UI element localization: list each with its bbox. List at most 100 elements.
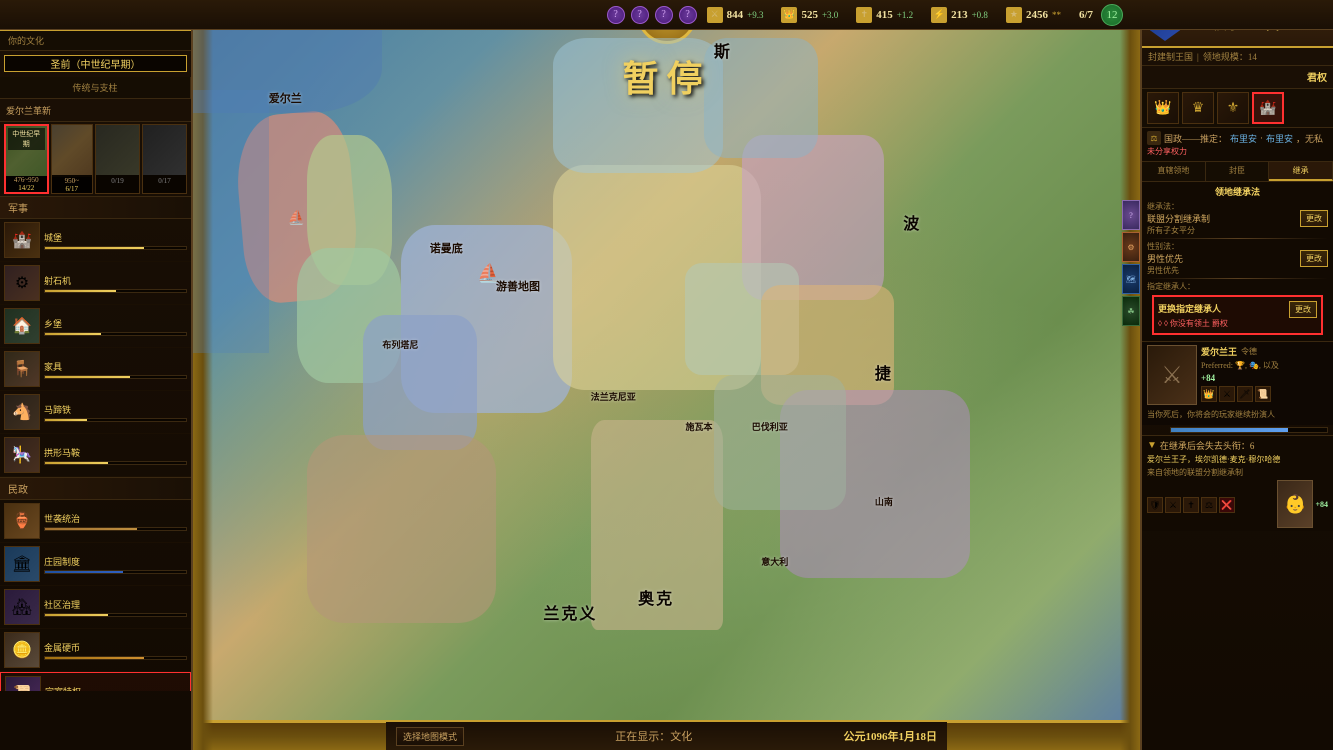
- tech-commune[interactable]: 🏘 社区治理: [0, 586, 191, 629]
- tech-coin[interactable]: 🪙 金属硬币: [0, 629, 191, 672]
- tech-hereditary[interactable]: 🏺 世袭统治: [0, 500, 191, 543]
- fort-bar-fill: [45, 333, 101, 335]
- era-card-1[interactable]: 中世纪早期 476~950 14/22: [4, 124, 49, 194]
- edge-btn-2[interactable]: ⚙: [1122, 232, 1140, 262]
- castle-bar: [44, 246, 187, 250]
- topbar: ? ? ? ? ⚔ 844 +9.3 👑 525 +3.0 ✝ 415 +1.2…: [0, 0, 1333, 30]
- help-btn-1[interactable]: ?: [607, 6, 625, 24]
- help-btn-3[interactable]: ?: [655, 6, 673, 24]
- policy-icon: ⚖: [1147, 131, 1161, 145]
- tab-inheritance[interactable]: 继承: [1269, 162, 1333, 181]
- inheritance-title: 领地继承法: [1147, 185, 1328, 198]
- tech-fort[interactable]: 🏠 乡堡: [0, 305, 191, 348]
- gov-section-header: 民政: [0, 477, 191, 500]
- left-panel-content: 你的文化 传统与支柱 爱尔兰革新 中世纪早期 476~950: [0, 31, 191, 691]
- coin-icon: 🪙: [4, 632, 40, 668]
- era-card-2[interactable]: 950~ 6/17: [51, 124, 94, 194]
- trebuchet-icon: ⚙: [4, 265, 40, 301]
- divider-1: [1147, 238, 1328, 239]
- era-card-2-stats: 6/17: [52, 185, 93, 193]
- coin-info: 金属硬币: [44, 641, 187, 660]
- heir-header: ▼ 在继承后会失去头衔：6: [1147, 439, 1328, 452]
- char-info: 爱尔兰王 令德 Preferred: 🏆, 🎭, 以及 +84 👑 ⚔ 🗡 📜: [1201, 345, 1328, 402]
- heir-portrait[interactable]: 👶: [1277, 480, 1313, 528]
- tech-saddle[interactable]: 🎠 拱形马鞍: [0, 434, 191, 477]
- help-btn-2[interactable]: ?: [631, 6, 649, 24]
- crown-btn-2[interactable]: ♛: [1182, 92, 1214, 124]
- map-background: ⛵ ⛵: [193, 0, 1140, 750]
- gender-change-btn[interactable]: 更改: [1300, 250, 1328, 267]
- saddle-icon: 🎠: [4, 437, 40, 473]
- map-mode-btn-left[interactable]: 选择地图模式: [396, 727, 464, 746]
- commune-bar-fill: [45, 614, 108, 616]
- fort-bar: [44, 332, 187, 336]
- edge-btn-1[interactable]: ?: [1122, 200, 1140, 230]
- heir-row: 指定继承人：: [1147, 281, 1328, 292]
- tech-furniture[interactable]: 🪑 家具: [0, 348, 191, 391]
- your-culture-section: 你的文化: [0, 31, 191, 51]
- gender-info: 性别法： 男性优先 男性优先: [1147, 241, 1183, 276]
- territory-balkans: [714, 375, 847, 510]
- territory-iberia: [307, 435, 496, 623]
- section-label-row: 君权: [1142, 66, 1333, 89]
- tech-horseshoe[interactable]: 🐴 马蹄铁: [0, 391, 191, 434]
- tech-royal-privilege[interactable]: 📜 宗室特权: [0, 672, 191, 691]
- preferred-label: Preferred: 🏆, 🎭, 以及: [1201, 360, 1328, 371]
- speed-control[interactable]: 12: [1101, 4, 1123, 26]
- special-icon: ★: [1006, 7, 1022, 23]
- edge-btn-4[interactable]: ☘: [1122, 296, 1140, 326]
- era-card-4[interactable]: 0/17: [142, 124, 187, 194]
- map-area[interactable]: 🧭 ⛵ ⛵: [193, 0, 1140, 750]
- subtitle-separator: |: [1197, 52, 1199, 62]
- speed-resource: 6/7: [1079, 9, 1093, 21]
- pause-text: 暂停: [622, 50, 710, 102]
- fort-info: 乡堡: [44, 317, 187, 336]
- hereditary-icon: 🏺: [4, 503, 40, 539]
- coin-name: 金属硬币: [44, 641, 187, 654]
- heir-label: 指定继承人：: [1147, 281, 1195, 292]
- bottom-bar: 选择地图模式 正在显示：文化 公元1096年1月18日: [386, 720, 947, 750]
- crown-btn-1[interactable]: 👑: [1147, 92, 1179, 124]
- edge-btn-3[interactable]: 🗺: [1122, 264, 1140, 294]
- furniture-bar-fill: [45, 376, 130, 378]
- crown-btn-3[interactable]: ⚜: [1217, 92, 1249, 124]
- gender-sub: 男性优先: [1147, 265, 1183, 276]
- heir-warning: ◊ ◊ 你没有领土 爵权: [1158, 318, 1317, 329]
- tech-manor[interactable]: 🏛 庄园制度: [0, 543, 191, 586]
- tech-castle[interactable]: 🏰 城堡: [0, 219, 191, 262]
- law-label: 继承法：: [1147, 201, 1210, 212]
- manor-bar-fill: [45, 571, 123, 573]
- dread-icon: ⚡: [931, 7, 947, 23]
- territory-italy: [591, 420, 724, 630]
- char-portrait[interactable]: ⚔: [1147, 345, 1197, 405]
- era-card-3-img: [96, 125, 139, 175]
- hereditary-bar: [44, 527, 187, 531]
- heir-expand-icon[interactable]: ▼: [1147, 440, 1157, 451]
- heritage-input[interactable]: [4, 55, 187, 72]
- saddle-bar-fill: [45, 462, 108, 464]
- policy-link-1[interactable]: 布里安: [1230, 132, 1257, 145]
- tech-trebuchet[interactable]: ⚙ 射石机: [0, 262, 191, 305]
- trait-dagger: 🗡: [1237, 386, 1253, 402]
- tab-tradition[interactable]: 传统与支柱: [0, 77, 191, 98]
- tab-vassals[interactable]: 封臣: [1206, 162, 1270, 181]
- dread-resource: ⚡ 213 +0.8: [931, 7, 988, 23]
- era-card-2-img: [52, 125, 93, 175]
- heir-trait-5: ❌: [1219, 497, 1235, 513]
- help-btn-4[interactable]: ?: [679, 6, 697, 24]
- char-name: 爱尔兰王: [1201, 345, 1237, 358]
- law-info: 继承法： 联盟分割继承制 所有子女平分: [1147, 201, 1210, 236]
- law-change-btn[interactable]: 更改: [1300, 210, 1328, 227]
- policy-link-2[interactable]: 布里安: [1266, 132, 1293, 145]
- law-row: 继承法： 联盟分割继承制 所有子女平分 更改: [1147, 201, 1328, 236]
- gender-row: 性别法： 男性优先 男性优先 更改: [1147, 241, 1328, 276]
- heir-trait-3: ✝: [1183, 497, 1199, 513]
- heir-box-change-btn[interactable]: 更改: [1289, 301, 1317, 318]
- era-card-3[interactable]: 0/19: [95, 124, 140, 194]
- policy-suffix: ，无私: [1296, 132, 1323, 145]
- subtitle-text-2: 领地规模：14: [1203, 50, 1257, 63]
- prestige-delta: +3.0: [822, 10, 838, 20]
- crown-btn-4[interactable]: 🏰: [1252, 92, 1284, 124]
- warning-text: ◊ 你没有领土 爵权: [1164, 318, 1228, 329]
- tab-direct-realm[interactable]: 直辖领地: [1142, 162, 1206, 181]
